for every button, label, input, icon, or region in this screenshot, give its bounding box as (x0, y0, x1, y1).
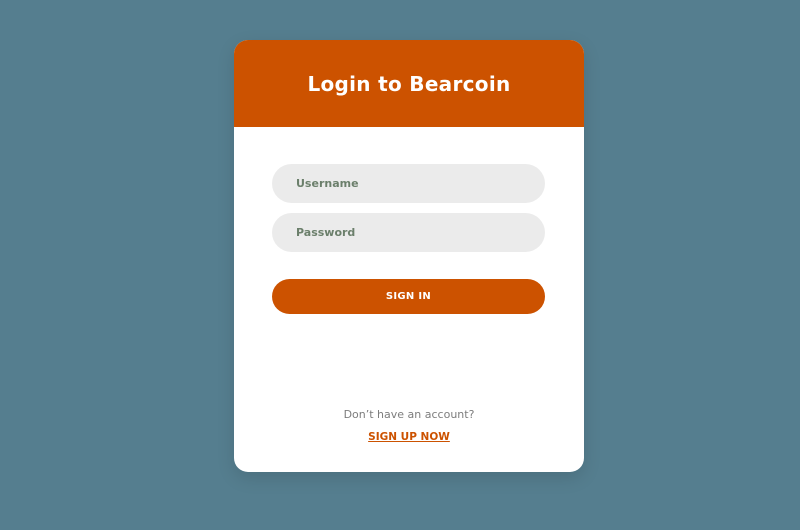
password-input[interactable] (272, 213, 545, 252)
login-card-header: Login to Bearcoin (234, 40, 584, 127)
sign-up-link[interactable]: SIGN UP NOW (234, 431, 584, 443)
username-input[interactable] (272, 164, 545, 203)
sign-in-button[interactable]: SIGN IN (272, 279, 545, 314)
page-title: Login to Bearcoin (307, 71, 511, 96)
login-card: Login to Bearcoin SIGN IN Don’t have an … (234, 40, 584, 472)
signup-prompt: Don’t have an account? (343, 408, 475, 421)
